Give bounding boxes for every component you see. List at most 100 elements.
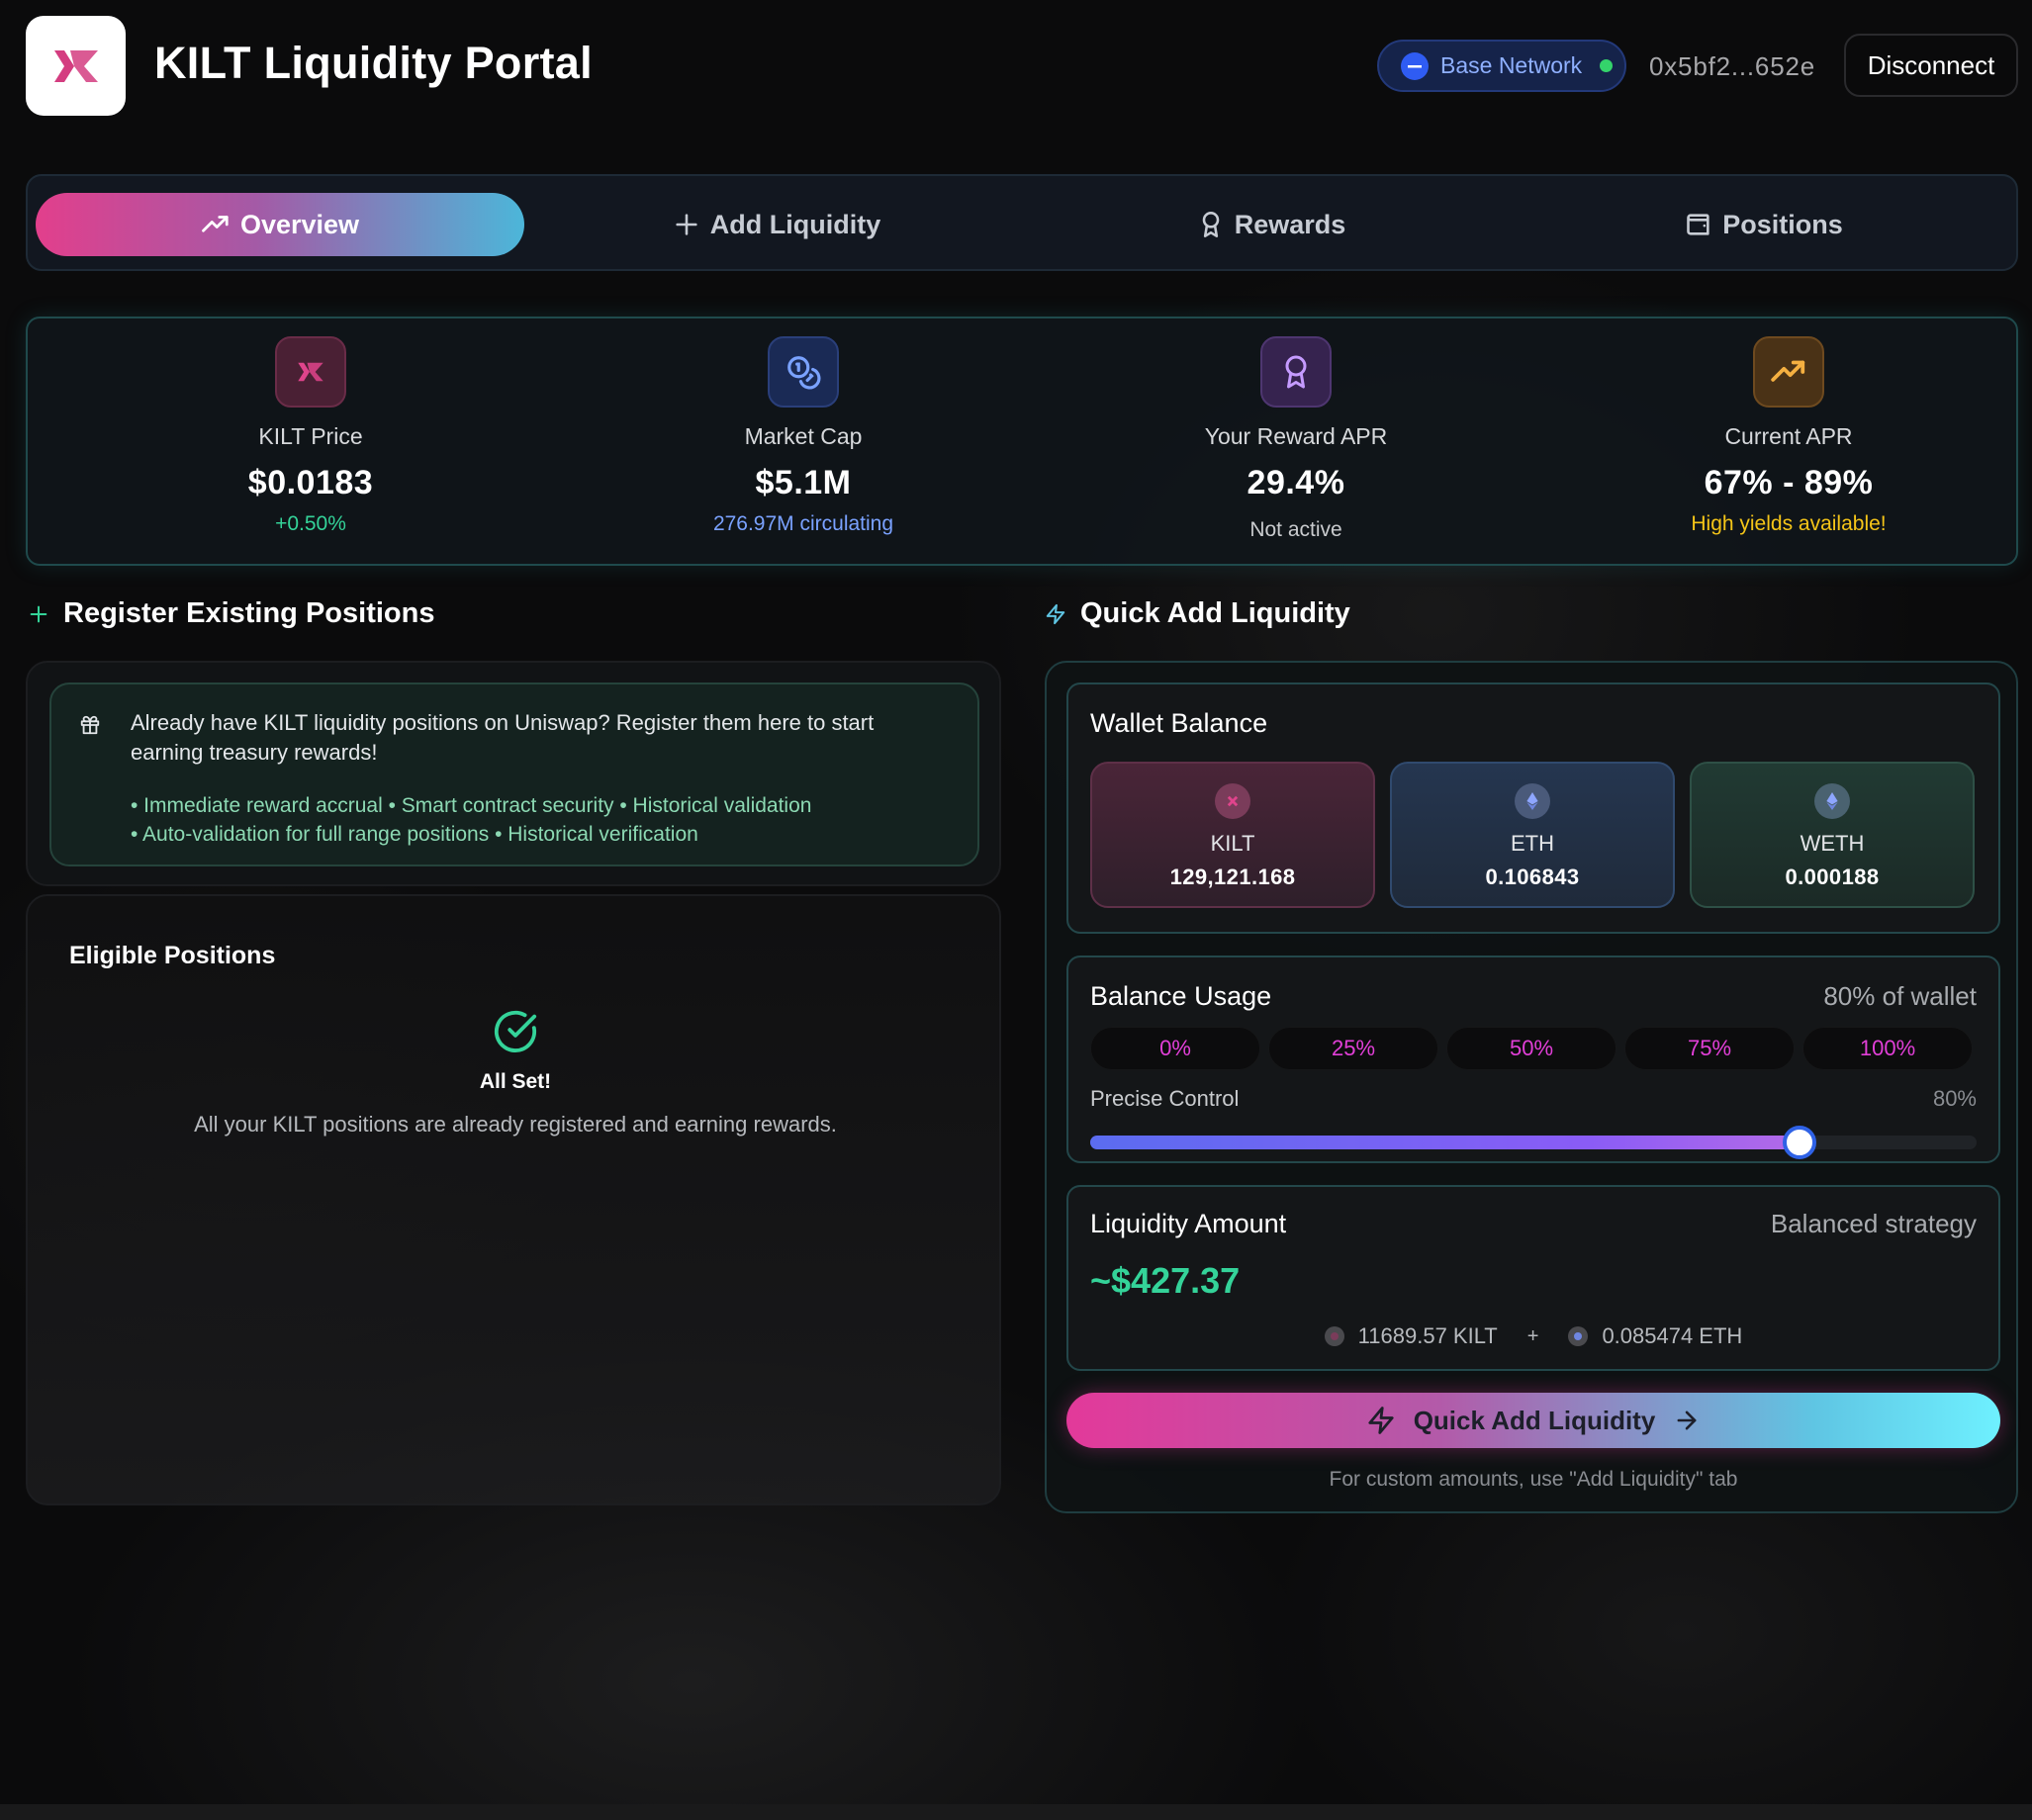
kilt-amount: 11689.57 KILT: [1357, 1323, 1498, 1348]
custom-amount-note: For custom amounts, use "Add Liquidity" …: [1329, 1468, 1738, 1491]
zap-icon: [1046, 603, 1065, 624]
wallet-balance-title: Wallet Balance: [1090, 708, 1268, 738]
stats-panel: KILT Price $0.0183 +0.50% Market Cap $5.…: [26, 317, 2018, 566]
quick-add-liquidity-button[interactable]: Quick Add Liquidity: [1066, 1393, 2000, 1448]
tab-positions[interactable]: Positions: [1520, 193, 2008, 256]
plus-icon: [676, 214, 697, 235]
gift-icon: [80, 715, 100, 735]
token-balance: 129,121.168: [1169, 864, 1296, 889]
stat-sub: +0.50%: [275, 512, 346, 535]
kilt-logo-icon: [275, 336, 346, 408]
heading-text: Register Existing Positions: [63, 597, 435, 629]
plus-icon: [30, 605, 47, 622]
tab-label: Add Liquidity: [709, 209, 881, 239]
slider-fill: [1090, 1136, 1800, 1149]
stat-sub: Not active: [1249, 518, 1342, 541]
plus-sign: +: [1526, 1324, 1539, 1347]
network-label: Base Network: [1440, 52, 1583, 78]
balance-usage-title: Balance Usage: [1090, 981, 1272, 1011]
heading-text: Quick Add Liquidity: [1080, 597, 1350, 629]
all-set-description: All your KILT positions are already regi…: [194, 1112, 837, 1137]
stat-market-cap: Market Cap $5.1M 276.97M circulating: [605, 336, 1001, 536]
stat-value: 29.4%: [1247, 464, 1345, 501]
liquidity-amount-card: Liquidity Amount Balanced strategy ~$427…: [1066, 1185, 2000, 1371]
button-label: Quick Add Liquidity: [1413, 1405, 1656, 1435]
award-icon: [1202, 212, 1220, 237]
eth-amount: 0.085474 ETH: [1602, 1323, 1743, 1348]
stat-label: Current APR: [1724, 423, 1853, 449]
tab-add-liquidity[interactable]: Add Liquidity: [532, 193, 1021, 256]
bullet-line: • Auto-validation for full range positio…: [131, 823, 698, 846]
token-balance: 0.106843: [1485, 864, 1580, 889]
trending-up-icon: [1753, 336, 1824, 408]
percent-50-button[interactable]: 50%: [1446, 1027, 1616, 1070]
stat-label: Your Reward APR: [1204, 423, 1388, 449]
liquidity-breakdown: 11689.57 KILT + 0.085474 ETH: [1068, 1323, 1998, 1349]
percent-100-button[interactable]: 100%: [1802, 1027, 1973, 1070]
balance-usage-card: Balance Usage 80% of wallet 0% 25% 50% 7…: [1066, 956, 2000, 1163]
arrow-right-icon: [1677, 1410, 1697, 1430]
network-badge[interactable]: Base Network: [1377, 40, 1626, 92]
wallet-balance-card: Wallet Balance KILT 129,121.168 ETH 0.10…: [1066, 682, 2000, 934]
weth-token-icon: [1814, 783, 1850, 819]
trending-up-icon: [202, 216, 229, 232]
main-tabs: Overview Add Liquidity Rewards Positions: [26, 174, 2018, 271]
all-set-title: All Set!: [479, 1070, 552, 1093]
bottom-bar: [0, 1804, 2032, 1820]
balance-usage-value: 80% of wallet: [1823, 981, 1977, 1011]
register-bullets: • Immediate reward accrual • Smart contr…: [131, 791, 811, 849]
precise-control-label: Precise Control: [1090, 1086, 1240, 1111]
stat-kilt-price: KILT Price $0.0183 +0.50%: [113, 336, 508, 536]
check-circle-icon: [494, 1010, 537, 1052]
stat-sub: 276.97M circulating: [712, 512, 894, 535]
tab-overview[interactable]: Overview: [36, 193, 524, 256]
quick-add-heading: Quick Add Liquidity: [1045, 597, 1350, 630]
token-eth: ETH 0.106843: [1390, 762, 1675, 908]
token-weth: WETH 0.000188: [1690, 762, 1975, 908]
tab-label: Positions: [1722, 209, 1843, 239]
award-icon: [1260, 336, 1332, 408]
stat-reward-apr: Your Reward APR 29.4% Not active: [1098, 336, 1494, 542]
disconnect-button[interactable]: Disconnect: [1844, 34, 2018, 97]
precise-control-value: 80%: [1932, 1086, 1977, 1111]
bullet-line: • Immediate reward accrual • Smart contr…: [131, 794, 812, 817]
register-heading: Register Existing Positions: [28, 597, 434, 630]
balance-slider[interactable]: [1090, 1126, 1977, 1159]
kilt-logo-icon: [53, 49, 98, 82]
zap-icon: [1368, 1407, 1394, 1434]
stat-value: $5.1M: [755, 464, 852, 501]
percent-75-button[interactable]: 75%: [1624, 1027, 1795, 1070]
token-kilt: KILT 129,121.168: [1090, 762, 1375, 908]
stat-value: $0.0183: [247, 464, 374, 501]
tab-label: Overview: [239, 209, 360, 239]
kilt-token-icon: [1215, 783, 1250, 819]
base-network-icon: [1401, 51, 1429, 80]
token-name: KILT: [1210, 831, 1255, 856]
liquidity-amount: ~$427.37: [1090, 1260, 1241, 1301]
stat-label: Market Cap: [744, 423, 863, 449]
tab-rewards[interactable]: Rewards: [1027, 193, 1516, 256]
token-balance: 0.000188: [1785, 864, 1880, 889]
stat-value: 67% - 89%: [1704, 464, 1874, 501]
wallet-address: 0x5bf2...652e: [1649, 51, 1815, 81]
kilt-token-icon: [1324, 1326, 1344, 1346]
connected-status-dot: [1600, 59, 1614, 72]
wallet-icon: [1687, 214, 1709, 235]
percent-0-button[interactable]: 0%: [1090, 1027, 1260, 1070]
eth-token-icon: [1515, 783, 1550, 819]
stat-current-apr: Current APR 67% - 89% High yields availa…: [1591, 336, 1986, 536]
strategy-label: Balanced strategy: [1770, 1209, 1977, 1238]
token-name: ETH: [1511, 831, 1554, 856]
liquidity-title: Liquidity Amount: [1090, 1209, 1287, 1238]
percent-25-button[interactable]: 25%: [1268, 1027, 1438, 1070]
stat-sub: High yields available!: [1691, 512, 1887, 535]
slider-thumb[interactable]: [1782, 1126, 1816, 1159]
eligible-title: Eligible Positions: [69, 942, 276, 969]
quick-add-panel: Wallet Balance KILT 129,121.168 ETH 0.10…: [1045, 661, 2018, 1513]
eligible-positions-panel: Eligible Positions All Set! All your KIL…: [26, 894, 1001, 1505]
register-info-box: Already have KILT liquidity positions on…: [49, 682, 979, 866]
app-logo: [26, 16, 126, 116]
stat-label: KILT Price: [258, 423, 363, 449]
tab-label: Rewards: [1234, 209, 1346, 239]
register-panel: Already have KILT liquidity positions on…: [26, 661, 1001, 886]
